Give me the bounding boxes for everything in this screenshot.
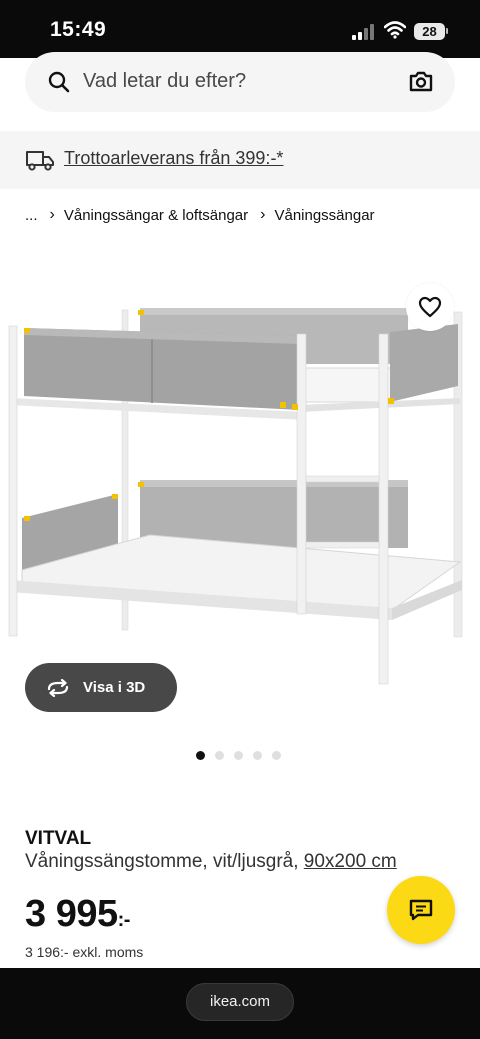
delivery-banner: Trottoarleverans från 399:-*	[0, 131, 480, 189]
chevron-right-icon: ›	[49, 206, 55, 223]
product-size-link[interactable]: 90x200 cm	[304, 851, 397, 872]
carousel-dot[interactable]	[272, 751, 281, 760]
browser-toolbar: ikea.com	[0, 968, 480, 1039]
price-excl-vat: 3 196:- exkl. moms	[25, 944, 144, 960]
breadcrumb-ellipsis[interactable]: ...	[25, 207, 38, 224]
product-description: Våningssängstomme, vit/ljusgrå, 90x200 c…	[25, 851, 397, 873]
carousel-dot[interactable]	[253, 751, 262, 760]
status-time: 15:49	[50, 18, 107, 41]
chevron-right-icon: ›	[260, 206, 266, 223]
view-in-3d-button[interactable]: Visa i 3D	[25, 663, 177, 712]
heart-icon	[418, 296, 442, 318]
breadcrumb-item-bunk-beds[interactable]: Våningssängar	[274, 207, 374, 224]
product-description-text: Våningssängstomme, vit/ljusgrå,	[25, 851, 299, 872]
breadcrumb: ... › Våningssängar & loftsängar › Vånin…	[25, 206, 375, 224]
favourite-button[interactable]	[406, 283, 454, 331]
status-bar: 15:49 28	[0, 0, 480, 58]
image-carousel-dots	[196, 751, 281, 760]
battery-nub	[446, 28, 448, 34]
cellular-signal-icon	[352, 24, 374, 40]
product-price: 3 995:-	[25, 893, 130, 936]
url-bar[interactable]: ikea.com	[186, 983, 294, 1021]
battery-indicator: 28	[414, 23, 445, 40]
search-area	[0, 52, 480, 130]
delivery-link[interactable]: Trottoarleverans från 399:-*	[64, 148, 283, 169]
camera-icon[interactable]	[408, 68, 434, 94]
carousel-dot[interactable]	[196, 751, 205, 760]
chat-icon	[409, 899, 433, 921]
view-in-3d-label: Visa i 3D	[83, 679, 146, 696]
product-name: VITVAL	[25, 828, 92, 849]
carousel-dot[interactable]	[234, 751, 243, 760]
price-main: 3 995	[25, 893, 118, 935]
chat-button[interactable]	[387, 876, 455, 944]
search-input[interactable]	[83, 66, 393, 96]
price-suffix: :-	[117, 909, 131, 931]
search-icon[interactable]	[47, 70, 71, 94]
rotate-3d-icon	[47, 678, 69, 697]
carousel-dot[interactable]	[215, 751, 224, 760]
breadcrumb-item-loft-beds[interactable]: Våningssängar & loftsängar	[64, 207, 248, 224]
wifi-icon	[384, 21, 406, 39]
search-bar[interactable]	[25, 52, 455, 112]
truck-icon	[26, 151, 54, 171]
